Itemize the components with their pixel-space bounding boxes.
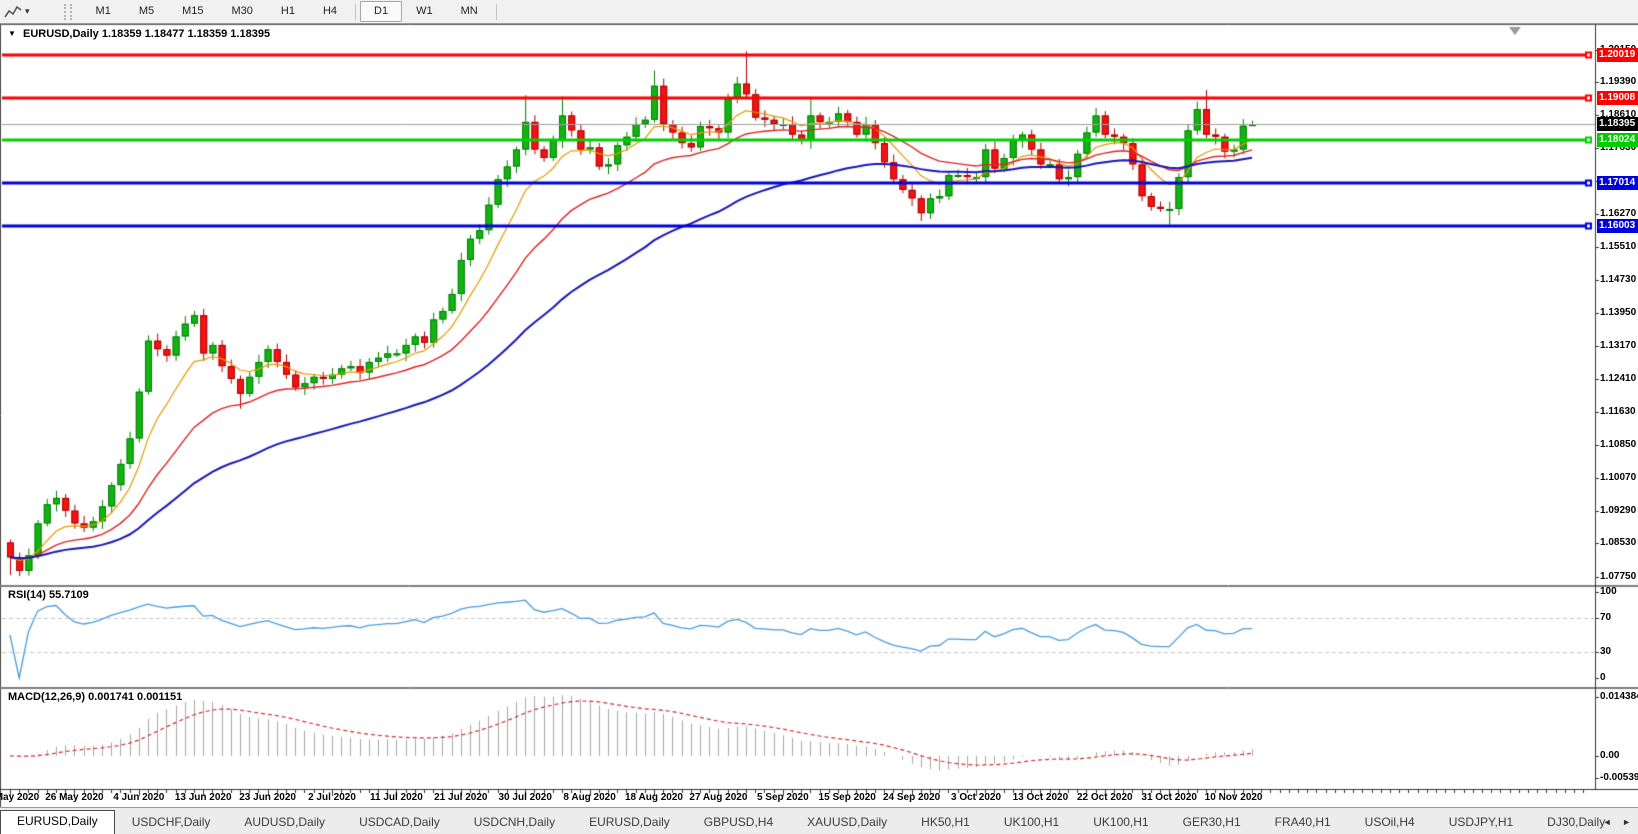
price-axis-tick: 1.13170 [1600, 340, 1636, 352]
price-level-label: 1.18395 [1597, 117, 1638, 131]
price-level-label: 1.19008 [1597, 91, 1638, 105]
tab-fra40-h1[interactable]: FRA40,H1 [1258, 812, 1348, 834]
tab-usdchf-daily[interactable]: USDCHF,Daily [115, 812, 228, 834]
macd-axis-tick: 0.014384 [1600, 691, 1638, 703]
price-axis-tick: 1.15510 [1600, 241, 1636, 253]
price-axis-tick: 1.13950 [1600, 307, 1636, 319]
tab-usoil-h4[interactable]: USOil,H4 [1348, 812, 1432, 834]
chart-line-icon[interactable] [3, 3, 23, 21]
tab-usdcad-daily[interactable]: USDCAD,Daily [342, 812, 457, 834]
dropdown-caret-icon[interactable]: ▾ [25, 6, 30, 17]
tab-scroll-left-icon[interactable]: ◄ [1603, 817, 1616, 827]
toolbar-grip [64, 4, 72, 20]
price-axis-tick: 1.19390 [1600, 76, 1636, 88]
timeframe-button-h1[interactable]: H1 [267, 1, 309, 22]
price-level-label: 1.16003 [1597, 219, 1638, 233]
date-axis-label: 21 Jul 2020 [434, 792, 487, 803]
macd-axis-tick: -0.005396 [1600, 772, 1638, 784]
timeframe-button-m30[interactable]: M30 [218, 1, 267, 22]
date-axis-label: 8 Aug 2020 [563, 792, 615, 803]
macd-header: MACD(12,26,9) 0.001741 0.001151 [8, 691, 182, 703]
tab-usdjpy-h1[interactable]: USDJPY,H1 [1432, 812, 1530, 834]
tab-scroll-arrows: ◄ ► [1603, 817, 1635, 827]
price-axis-tick: 1.07750 [1600, 571, 1636, 583]
price-axis-tick: 1.08530 [1600, 537, 1636, 549]
timeframe-button-group: M1M5M15M30H1H4 D1W1MN [82, 0, 501, 23]
toolbar: ▾ M1M5M15M30H1H4 D1W1MN [0, 0, 1638, 24]
rsi-header: RSI(14) 55.7109 [8, 589, 89, 601]
date-axis-label: 27 Aug 2020 [689, 792, 747, 803]
price-axis-tick: 1.11630 [1600, 406, 1636, 418]
date-axis-label: 23 Jun 2020 [239, 792, 296, 803]
tab-usdcnh-daily[interactable]: USDCNH,Daily [457, 812, 572, 834]
timeframe-button-mn[interactable]: MN [447, 1, 492, 22]
tab-uk100-h1[interactable]: UK100,H1 [987, 812, 1076, 834]
price-axis-tick: 1.09290 [1600, 505, 1636, 517]
rsi-axis-tick: 30 [1600, 646, 1611, 658]
price-axis-tick: 1.12410 [1600, 373, 1636, 385]
rsi-axis-tick: 0 [1600, 672, 1606, 684]
date-axis-label: 18 Aug 2020 [625, 792, 683, 803]
date-axis-label: 22 Oct 2020 [1077, 792, 1133, 803]
price-level-label: 1.20019 [1597, 48, 1638, 62]
tab-gbpusd-h4[interactable]: GBPUSD,H4 [687, 812, 790, 834]
timeframe-button-d1[interactable]: D1 [360, 1, 402, 22]
date-axis-label: 16 May 2020 [0, 792, 39, 803]
date-axis-label: 11 Jul 2020 [370, 792, 423, 803]
price-chart-canvas[interactable] [0, 0, 1638, 833]
tab-ger30-h1[interactable]: GER30,H1 [1166, 812, 1258, 834]
rsi-axis-tick: 100 [1600, 586, 1617, 598]
chart-title: ▼ EURUSD,Daily 1.18359 1.18477 1.18359 1… [8, 28, 270, 40]
collapse-triangle-icon[interactable]: ▼ [8, 29, 16, 38]
date-axis-label: 26 May 2020 [45, 792, 103, 803]
tab-eurusd-daily[interactable]: EURUSD,Daily [0, 810, 115, 834]
price-axis-tick: 1.10070 [1600, 472, 1636, 484]
timeframe-button-w1[interactable]: W1 [402, 1, 447, 22]
rsi-axis-tick: 70 [1600, 612, 1611, 624]
date-axis-label: 4 Jun 2020 [113, 792, 164, 803]
price-axis-tick: 1.10850 [1600, 439, 1636, 451]
price-axis-tick: 1.14730 [1600, 274, 1636, 286]
date-axis-label: 2 Jul 2020 [308, 792, 356, 803]
chart-ohlc-values: 1.18359 1.18477 1.18359 1.18395 [102, 28, 270, 40]
toolbar-separator [355, 4, 356, 20]
date-axis-label: 3 Oct 2020 [951, 792, 1001, 803]
timeframe-button-m5[interactable]: M5 [125, 1, 168, 22]
toolbar-separator [496, 4, 497, 20]
date-axis-label: 15 Sep 2020 [819, 792, 876, 803]
price-level-label: 1.18024 [1597, 133, 1638, 147]
tab-uk100-h1[interactable]: UK100,H1 [1076, 812, 1165, 834]
price-level-label: 1.17014 [1597, 176, 1638, 190]
timeframe-button-m15[interactable]: M15 [168, 1, 217, 22]
tab-xauusd-daily[interactable]: XAUUSD,Daily [790, 812, 904, 834]
timeframe-button-m1[interactable]: M1 [82, 1, 125, 22]
macd-axis-tick: 0.00 [1600, 750, 1619, 762]
date-axis-label: 10 Nov 2020 [1205, 792, 1263, 803]
chart-symbol-label: EURUSD,Daily [23, 28, 99, 40]
date-axis-label: 24 Sep 2020 [883, 792, 940, 803]
date-axis-label: 13 Jun 2020 [175, 792, 232, 803]
date-axis-label: 13 Oct 2020 [1013, 792, 1069, 803]
timeframe-button-h4[interactable]: H4 [309, 1, 351, 22]
date-axis-label: 30 Jul 2020 [499, 792, 552, 803]
date-axis-label: 31 Oct 2020 [1141, 792, 1197, 803]
tab-eurusd-daily[interactable]: EURUSD,Daily [572, 812, 687, 834]
date-axis-label: 5 Sep 2020 [757, 792, 809, 803]
tab-hk50-h1[interactable]: HK50,H1 [904, 812, 987, 834]
tab-scroll-right-icon[interactable]: ► [1622, 817, 1635, 827]
chart-tab-bar: EURUSD,DailyUSDCHF,DailyAUDUSD,DailyUSDC… [0, 807, 1638, 834]
tab-audusd-daily[interactable]: AUDUSD,Daily [227, 812, 342, 834]
